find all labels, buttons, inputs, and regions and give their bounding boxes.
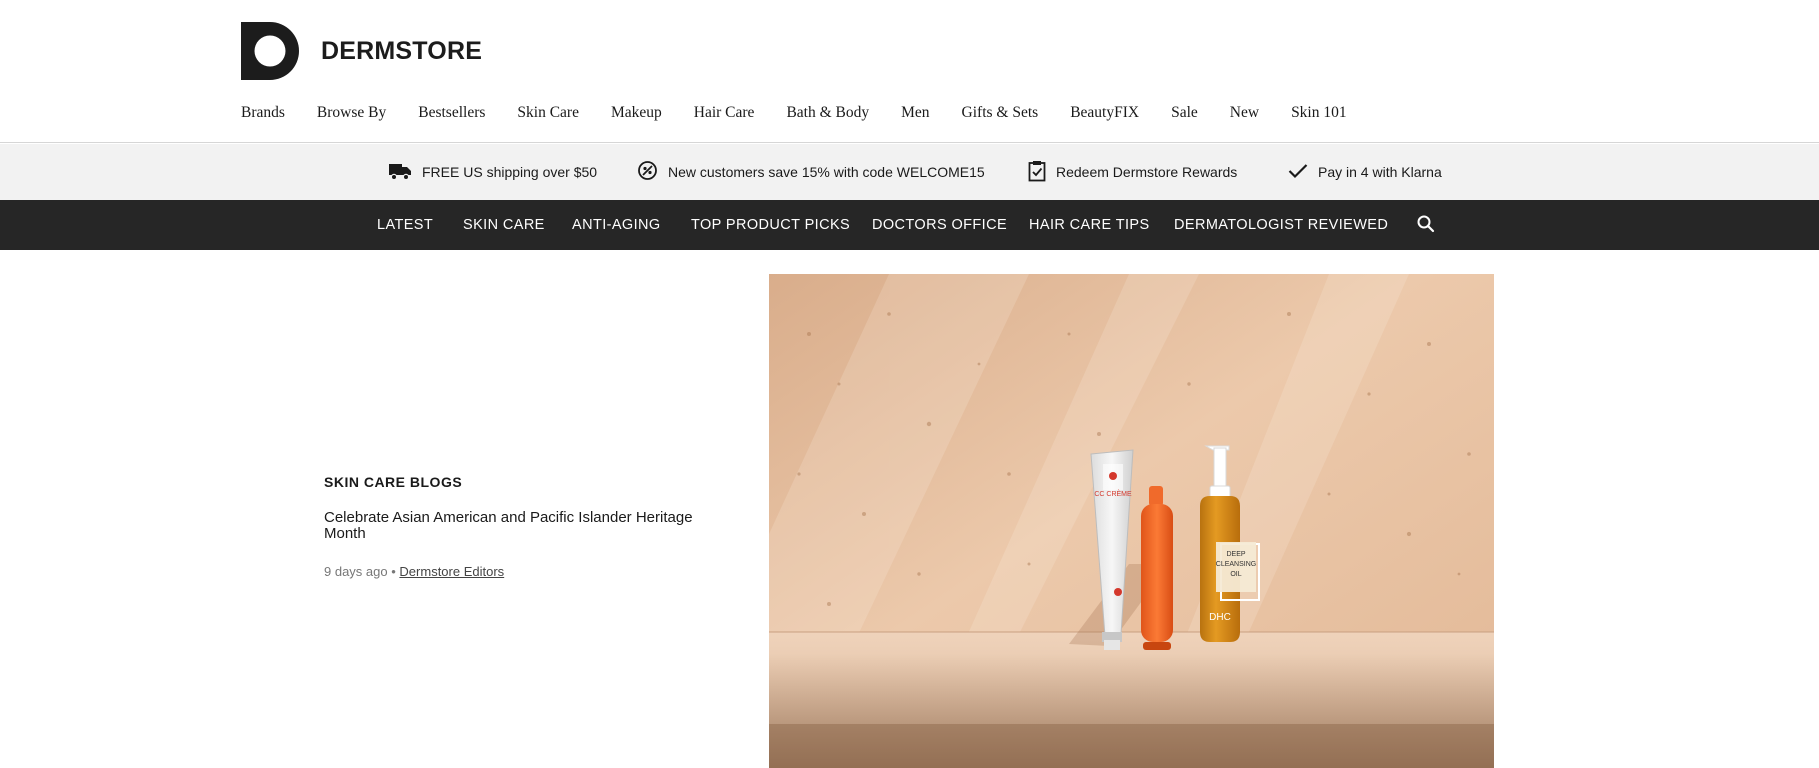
- article-title[interactable]: Celebrate Asian American and Pacific Isl…: [324, 510, 724, 542]
- nav-item-bestsellers[interactable]: Bestsellers: [418, 104, 485, 122]
- site-header: DERMSTORE Brands Browse By Bestsellers S…: [0, 0, 1819, 143]
- article-meta: 9 days ago • Dermstore Editors: [324, 564, 724, 579]
- promo-new-customers[interactable]: New customers save 15% with code WELCOME…: [637, 144, 985, 200]
- nav-item-gifts-sets[interactable]: Gifts & Sets: [962, 104, 1039, 122]
- article-date: 9 days ago: [324, 564, 388, 579]
- search-icon[interactable]: [1416, 214, 1436, 234]
- promo-bar: FREE US shipping over $50 New customers …: [0, 144, 1819, 200]
- coupon-icon: [637, 160, 668, 184]
- nav-item-men[interactable]: Men: [901, 104, 929, 122]
- nav-item-new[interactable]: New: [1230, 104, 1259, 122]
- blog-tab-doctors-office[interactable]: DOCTORS OFFICE: [872, 200, 1007, 250]
- blog-tab-dermatologist-reviewed[interactable]: DERMATOLOGIST REVIEWED: [1174, 200, 1388, 250]
- svg-text:CLEANSING: CLEANSING: [1216, 561, 1256, 568]
- nav-item-brands[interactable]: Brands: [241, 104, 285, 122]
- nav-item-hair-care[interactable]: Hair Care: [694, 104, 755, 122]
- promo-klarna-text: Pay in 4 with Klarna: [1318, 164, 1442, 180]
- article-author-link[interactable]: Dermstore Editors: [399, 564, 504, 579]
- orange-serum-bottle: [1141, 486, 1173, 650]
- blog-tab-hair-care-tips[interactable]: HAIR CARE TIPS: [1029, 200, 1150, 250]
- promo-new-customers-text: New customers save 15% with code WELCOME…: [668, 164, 985, 180]
- featured-article: SKIN CARE BLOGS Celebrate Asian American…: [324, 474, 724, 579]
- blog-tab-top-product-picks[interactable]: TOP PRODUCT PICKS: [691, 200, 850, 250]
- article-category[interactable]: SKIN CARE BLOGS: [324, 474, 724, 490]
- nav-item-beautyfix[interactable]: BeautyFIX: [1070, 104, 1139, 122]
- promo-free-shipping-text: FREE US shipping over $50: [422, 164, 598, 180]
- brand-wordmark: DERMSTORE: [321, 36, 483, 65]
- nav-item-skin-101[interactable]: Skin 101: [1291, 104, 1347, 122]
- svg-text:DEEP: DEEP: [1226, 551, 1245, 558]
- nav-item-bath-body[interactable]: Bath & Body: [786, 104, 869, 122]
- promo-rewards[interactable]: Redeem Dermstore Rewards: [1028, 144, 1237, 200]
- blog-tab-anti-aging[interactable]: ANTI-AGING: [572, 200, 661, 250]
- blog-tab-latest[interactable]: LATEST: [377, 200, 433, 250]
- promo-free-shipping[interactable]: FREE US shipping over $50: [388, 144, 597, 200]
- svg-text:OIL: OIL: [1230, 571, 1241, 578]
- check-icon: [1288, 163, 1318, 182]
- promo-rewards-text: Redeem Dermstore Rewards: [1056, 164, 1238, 180]
- logo-mark-icon: [241, 22, 299, 80]
- promo-klarna[interactable]: Pay in 4 with Klarna: [1288, 144, 1442, 200]
- blog-nav: LATEST SKIN CARE ANTI-AGING TOP PRODUCT …: [0, 200, 1819, 250]
- truck-icon: [388, 161, 422, 184]
- dermstore-logo[interactable]: DERMSTORE: [241, 22, 482, 80]
- meta-separator: •: [391, 564, 396, 579]
- article-hero-image[interactable]: CC CRÈME DEEP CLEANSING OIL DHC: [769, 274, 1494, 768]
- nav-item-skin-care[interactable]: Skin Care: [517, 104, 579, 122]
- svg-text:DHC: DHC: [1209, 612, 1231, 623]
- nav-item-sale[interactable]: Sale: [1171, 104, 1198, 122]
- main-nav: Brands Browse By Bestsellers Skin Care M…: [241, 104, 1379, 122]
- clipboard-icon: [1028, 160, 1056, 185]
- svg-text:CC CRÈME: CC CRÈME: [1094, 489, 1132, 498]
- blog-tab-skin-care[interactable]: SKIN CARE: [463, 200, 545, 250]
- nav-item-makeup[interactable]: Makeup: [611, 104, 662, 122]
- nav-item-browse-by[interactable]: Browse By: [317, 104, 386, 122]
